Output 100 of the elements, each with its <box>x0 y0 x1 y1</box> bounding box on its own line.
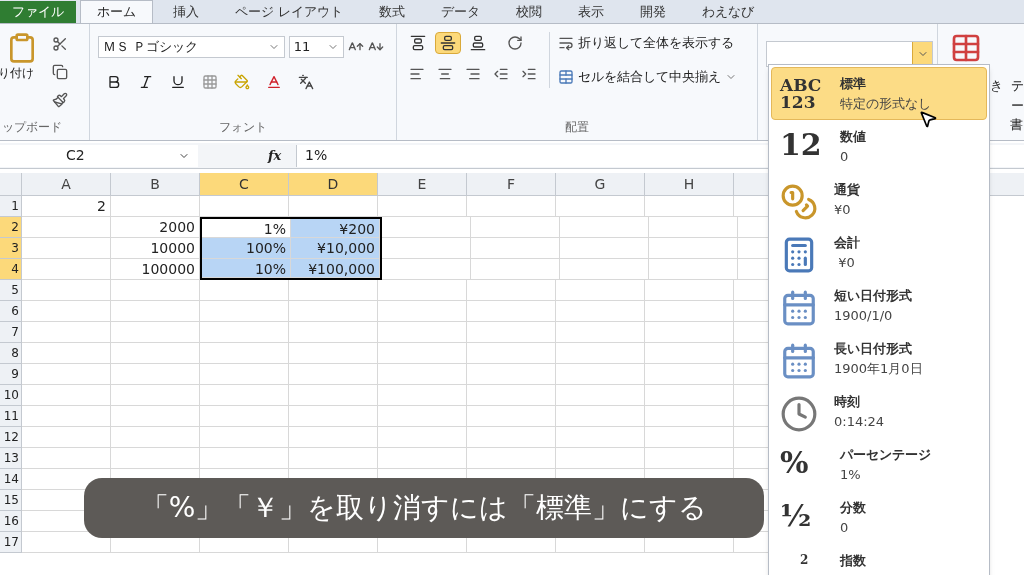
orientation-icon[interactable] <box>507 35 524 51</box>
row-header[interactable]: 10 <box>0 385 22 406</box>
format-title: 時刻 <box>834 393 861 411</box>
ribbon-tab[interactable]: 校閲 <box>500 1 559 23</box>
column-header[interactable]: D <box>289 173 378 195</box>
format-menu-item[interactable]: ½ 分数 0 <box>771 491 987 544</box>
row-header[interactable]: 3 <box>0 238 22 259</box>
table-cell: 1% <box>202 219 291 238</box>
row-header[interactable]: 4 <box>0 259 22 280</box>
row-header[interactable]: 6 <box>0 301 22 322</box>
format-example: 0 <box>840 519 850 537</box>
format-menu-item[interactable]: 短い日付形式 1900/1/0 <box>771 279 987 332</box>
row-header[interactable]: 15 <box>0 490 22 511</box>
name-box[interactable]: C2 <box>0 144 198 167</box>
format-title: 分数 <box>840 499 866 517</box>
font-size-field[interactable]: 11 <box>288 36 344 58</box>
ribbon-tab[interactable]: わえなび <box>686 1 771 23</box>
merge-center-button[interactable]: セルを結合して中央揃え <box>558 66 738 88</box>
format-icon: % <box>780 448 824 478</box>
table-cell: 100000 <box>111 259 200 280</box>
format-example: ¥0 <box>837 254 856 272</box>
clock-icon <box>780 395 818 433</box>
ribbon-tab[interactable]: ホーム <box>80 0 153 23</box>
font-name-field[interactable]: ＭＳ Ｐゴシック <box>97 36 285 58</box>
format-example: 特定の形式なし <box>840 95 931 113</box>
paste-label[interactable]: り付け <box>0 64 34 82</box>
column-header[interactable]: E <box>378 173 467 195</box>
ribbon-label[interactable]: テー <box>1011 76 1024 115</box>
format-painter-icon[interactable] <box>52 92 68 108</box>
row-header[interactable]: 2 <box>0 217 22 238</box>
ribbon-tab[interactable]: 表示 <box>562 1 621 23</box>
format-title: 長い日付形式 <box>834 340 913 358</box>
row-header[interactable]: 7 <box>0 322 22 343</box>
font-color-icon[interactable] <box>265 74 282 90</box>
wrap-text-icon <box>558 35 575 51</box>
ribbon-tab[interactable]: 開発 <box>624 1 683 23</box>
format-menu-item[interactable]: % パーセンテージ 1% <box>771 438 987 491</box>
format-icon: ABC 123 <box>780 77 824 111</box>
format-menu-item[interactable]: ABC 123 標準 特定の形式なし <box>771 67 987 120</box>
column-header[interactable]: H <box>645 173 734 195</box>
table-cell: ¥100,000 <box>291 259 380 278</box>
function-label[interactable]: fx <box>268 145 296 166</box>
row-header[interactable]: 14 <box>0 469 22 490</box>
cut-icon[interactable] <box>52 36 68 52</box>
column-header[interactable]: A <box>22 173 111 195</box>
calendar-icon <box>780 342 818 380</box>
format-title: 指数 <box>840 552 866 570</box>
column-header[interactable]: C <box>200 173 289 195</box>
row-header[interactable]: 1 <box>0 196 22 217</box>
underline-icon[interactable] <box>169 74 186 90</box>
row-header[interactable]: 9 <box>0 364 22 385</box>
row-header[interactable]: 12 <box>0 427 22 448</box>
ribbon-tab[interactable]: 数式 <box>363 1 422 23</box>
row-header[interactable]: 8 <box>0 343 22 364</box>
format-menu-item[interactable]: 長い日付形式 1900年1月0日 <box>771 332 987 385</box>
row-header[interactable]: 16 <box>0 511 22 532</box>
format-title: 数値 <box>840 128 866 146</box>
format-example: 0 <box>840 148 850 166</box>
align-center-icon[interactable] <box>437 66 454 82</box>
indent-increase-icon[interactable] <box>521 66 538 82</box>
ribbon-label[interactable]: き <box>990 76 1003 115</box>
format-menu-item[interactable]: 2 指数 <box>771 544 987 575</box>
ribbon-tab[interactable]: データ <box>425 1 497 23</box>
row-header[interactable]: 11 <box>0 406 22 427</box>
row-header[interactable]: 13 <box>0 448 22 469</box>
ribbon-tab[interactable]: ページ レイアウト <box>219 1 360 23</box>
table-cell: 2000 <box>111 217 200 238</box>
format-menu-item[interactable]: 会計 ¥0 <box>771 226 987 279</box>
ribbon-tab[interactable]: 挿入 <box>157 1 215 23</box>
phonetic-icon[interactable] <box>297 74 314 90</box>
format-title: パーセンテージ <box>840 446 931 464</box>
format-example: 1900/1/0 <box>834 307 894 325</box>
merge-cells-icon <box>558 69 575 85</box>
ribbon-tab[interactable]: ファイル <box>0 1 76 23</box>
format-menu-item[interactable]: 時刻 0:14:24 <box>771 385 987 438</box>
calendar-icon <box>780 289 818 327</box>
format-menu-item[interactable]: 通貨 ¥0 <box>771 173 987 226</box>
row-header[interactable]: 17 <box>0 532 22 553</box>
column-header[interactable]: F <box>467 173 556 195</box>
table-cell: 10% <box>202 259 291 278</box>
table-cell: 10000 <box>111 238 200 259</box>
format-title: 短い日付形式 <box>834 287 912 305</box>
copy-icon[interactable] <box>52 64 68 80</box>
fill-color-icon[interactable] <box>233 74 250 90</box>
wrap-text-button[interactable]: 折り返して全体を表示する <box>558 32 738 54</box>
group-label: 配置 <box>565 119 590 136</box>
number-format-field[interactable] <box>766 41 934 67</box>
group-label: ップボード <box>1 119 63 136</box>
vertical-align-button[interactable] <box>435 32 462 54</box>
group-label: フォント <box>218 119 267 136</box>
align-right-icon[interactable] <box>465 66 482 82</box>
format-title: 通貨 <box>834 181 860 199</box>
indent-decrease-icon[interactable] <box>493 66 510 82</box>
align-left-icon[interactable] <box>409 66 426 82</box>
row-header[interactable]: 5 <box>0 280 22 301</box>
format-title: 会計 <box>834 234 860 252</box>
format-example: 1900年1月0日 <box>834 360 923 378</box>
column-header[interactable]: G <box>556 173 645 195</box>
conditional-format-icon[interactable] <box>950 32 982 64</box>
table-cell: 2 <box>22 196 111 217</box>
